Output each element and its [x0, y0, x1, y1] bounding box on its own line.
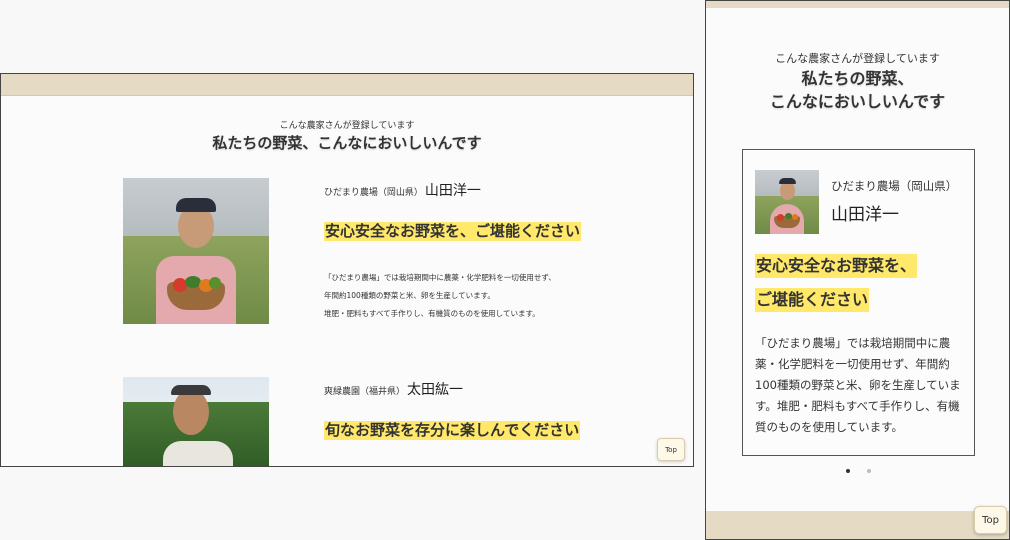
mobile-preview: こんな農家さんが登録しています 私たちの野菜、 こんなにおいしいんです ひだまり…: [705, 0, 1010, 540]
footer-bar: [706, 511, 1009, 539]
section-heading: 私たちの野菜、 こんなにおいしいんです: [706, 67, 1009, 113]
section-eyebrow: こんな農家さんが登録しています: [775, 52, 940, 65]
farmer-2-farm: 爽緑農園（福井県）: [324, 387, 406, 397]
back-to-top-button[interactable]: Top: [974, 506, 1007, 534]
farmer-1-farm: ひだまり農場（岡山県）: [831, 179, 958, 193]
header-bar: [1, 74, 693, 96]
farmer-1-description: 「ひだまり農場」では栽培期間中に農薬・化学肥料を一切使用せず、年間約100種類の…: [755, 336, 961, 434]
farmer-1-catchphrase: ご堪能ください: [755, 288, 870, 312]
farmer-1-heading: ひだまり農場（岡山県） 山田洋一: [324, 180, 481, 200]
farmer-1-desc-line: 年間約100種類の野菜と米、卵を生産しています。: [324, 291, 495, 300]
section-heading: 私たちの野菜、こんなにおいしいんです: [212, 134, 482, 152]
farmer-1-catchphrase: 安心安全なお野菜を、ご堪能ください: [324, 222, 582, 241]
farmer-1-name: 山田洋一: [424, 183, 481, 199]
carousel-dot[interactable]: [846, 469, 850, 473]
farmer-2-heading: 爽緑農園（福井県） 太田紘一: [324, 379, 463, 399]
farmer-2-catchphrase: 旬なお野菜を存分に楽しんでください: [324, 421, 581, 440]
farmer-photo-ota: [123, 377, 269, 466]
desktop-preview: こんな農家さんが登録しています 私たちの野菜、こんなにおいしいんです ひだまり農…: [0, 73, 694, 467]
farmer-1-desc-line: 堆肥・肥料もすべて手作りし、有機質のものを使用しています。: [324, 309, 540, 318]
header-bar: [706, 1, 1009, 8]
section-heading-line: 私たちの野菜、: [801, 69, 914, 88]
section-eyebrow: こんな農家さんが登録しています: [279, 121, 415, 131]
farmer-1-farm: ひだまり農場（岡山県）: [324, 188, 423, 198]
back-to-top-button[interactable]: Top: [657, 438, 685, 461]
carousel-dots: [846, 469, 871, 473]
carousel-dot[interactable]: [867, 469, 871, 473]
farmer-photo-yamada: [123, 178, 269, 324]
farmer-1-catchphrase: 安心安全なお野菜を、: [755, 254, 918, 278]
farmer-2-name: 太田紘一: [407, 382, 464, 398]
farmer-card: ひだまり農場（岡山県） 山田洋一 安心安全なお野菜を、 ご堪能ください 「ひだま…: [742, 149, 975, 456]
farmer-photo-yamada: [755, 170, 819, 234]
farmer-1-desc-line: 「ひだまり農場」では栽培期間中に農薬・化学肥料を一切使用せず、: [324, 273, 556, 282]
section-heading-line: こんなにおいしいんです: [769, 92, 946, 111]
farmer-1-name: 山田洋一: [831, 205, 899, 225]
